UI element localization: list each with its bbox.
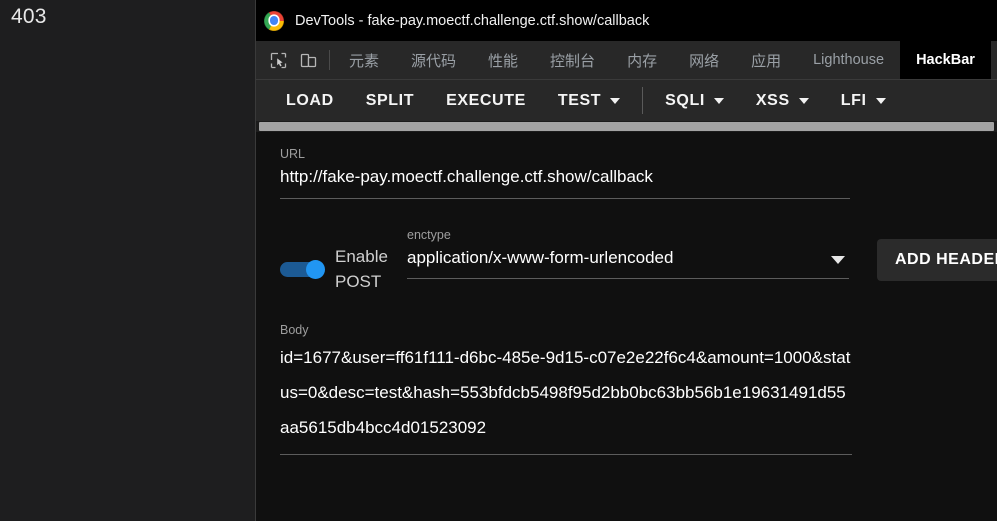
actionbar-divider <box>642 87 643 114</box>
tab-network[interactable]: 网络 <box>673 41 735 79</box>
tabstrip-divider <box>329 50 330 70</box>
tab-memory[interactable]: 内存 <box>611 41 673 79</box>
enable-post-group[interactable]: Enable POST <box>280 227 397 294</box>
body-field-group: Body id=1677&user=ff61f111-d6bc-485e-9d1… <box>280 322 974 455</box>
devtools-tool-icons <box>256 41 326 79</box>
enctype-value: application/x-www-form-urlencoded <box>407 245 673 271</box>
page-status-code: 403 <box>11 5 47 29</box>
chevron-down-icon <box>610 98 620 104</box>
execute-button-label: EXECUTE <box>446 92 526 110</box>
devtools-titlebar: DevTools - fake-pay.moectf.challenge.ctf… <box>256 0 997 41</box>
devtools-tab-list: 元素 源代码 性能 控制台 内存 网络 应用 Lighthouse HackBa… <box>333 41 991 79</box>
lfi-menu-label: LFI <box>841 92 867 110</box>
execute-button[interactable]: EXECUTE <box>430 80 542 121</box>
load-button[interactable]: LOAD <box>270 80 350 121</box>
chevron-down-icon <box>831 256 845 264</box>
test-menu-label: TEST <box>558 92 601 110</box>
scrollbar-thumb[interactable] <box>259 122 994 131</box>
body-textarea[interactable]: id=1677&user=ff61f111-d6bc-485e-9d15-c07… <box>280 340 852 445</box>
url-field-group: URL http://fake-pay.moectf.challenge.ctf… <box>280 132 974 199</box>
devtools-tabstrip: 元素 源代码 性能 控制台 内存 网络 应用 Lighthouse HackBa… <box>256 41 997 80</box>
chevron-down-icon <box>714 98 724 104</box>
enctype-select[interactable]: application/x-www-form-urlencoded <box>407 245 849 271</box>
enable-post-label: Enable POST <box>335 244 397 294</box>
toolbar-horizontal-scrollbar[interactable] <box>256 121 997 132</box>
tab-elements[interactable]: 元素 <box>333 41 395 79</box>
post-options-row: Enable POST enctype application/x-www-fo… <box>280 227 974 294</box>
xss-menu-label: XSS <box>756 92 790 110</box>
url-label: URL <box>280 146 974 162</box>
toggle-knob <box>306 260 325 279</box>
chevron-down-icon <box>876 98 886 104</box>
inspect-element-icon[interactable] <box>268 50 289 71</box>
screenshot-root: 403 DevTools - fake-pay.moectf.challenge… <box>0 0 997 521</box>
split-button-label: SPLIT <box>366 92 414 110</box>
devtools-title: DevTools - fake-pay.moectf.challenge.ctf… <box>295 13 649 29</box>
split-button[interactable]: SPLIT <box>350 80 430 121</box>
enctype-underline <box>407 278 849 279</box>
tab-hackbar[interactable]: HackBar <box>900 41 991 79</box>
sqli-menu-label: SQLI <box>665 92 705 110</box>
lfi-menu-button[interactable]: LFI <box>825 80 902 121</box>
page-backdrop: 403 <box>0 0 255 521</box>
chrome-logo-icon <box>264 11 284 31</box>
tab-application[interactable]: 应用 <box>735 41 797 79</box>
hackbar-content: URL http://fake-pay.moectf.challenge.ctf… <box>256 132 997 521</box>
load-button-label: LOAD <box>286 92 334 110</box>
tab-performance[interactable]: 性能 <box>472 41 534 79</box>
url-input[interactable]: http://fake-pay.moectf.challenge.ctf.sho… <box>280 164 974 190</box>
tab-lighthouse[interactable]: Lighthouse <box>797 41 900 79</box>
add-header-button[interactable]: ADD HEADER <box>877 239 997 281</box>
enable-post-toggle[interactable] <box>280 260 325 279</box>
device-toolbar-icon[interactable] <box>298 50 319 71</box>
url-underline <box>280 198 850 199</box>
devtools-window: DevTools - fake-pay.moectf.challenge.ctf… <box>255 0 997 521</box>
enctype-label: enctype <box>407 227 849 243</box>
sqli-menu-button[interactable]: SQLI <box>649 80 740 121</box>
tab-console[interactable]: 控制台 <box>534 41 611 79</box>
enctype-field-group: enctype application/x-www-form-urlencode… <box>407 227 849 279</box>
body-underline <box>280 454 852 455</box>
hackbar-actionbar: LOAD SPLIT EXECUTE TEST SQLI XSS L <box>256 80 997 121</box>
body-label: Body <box>280 322 974 338</box>
tab-sources[interactable]: 源代码 <box>395 41 472 79</box>
chevron-down-icon <box>799 98 809 104</box>
xss-menu-button[interactable]: XSS <box>740 80 825 121</box>
test-menu-button[interactable]: TEST <box>542 80 636 121</box>
